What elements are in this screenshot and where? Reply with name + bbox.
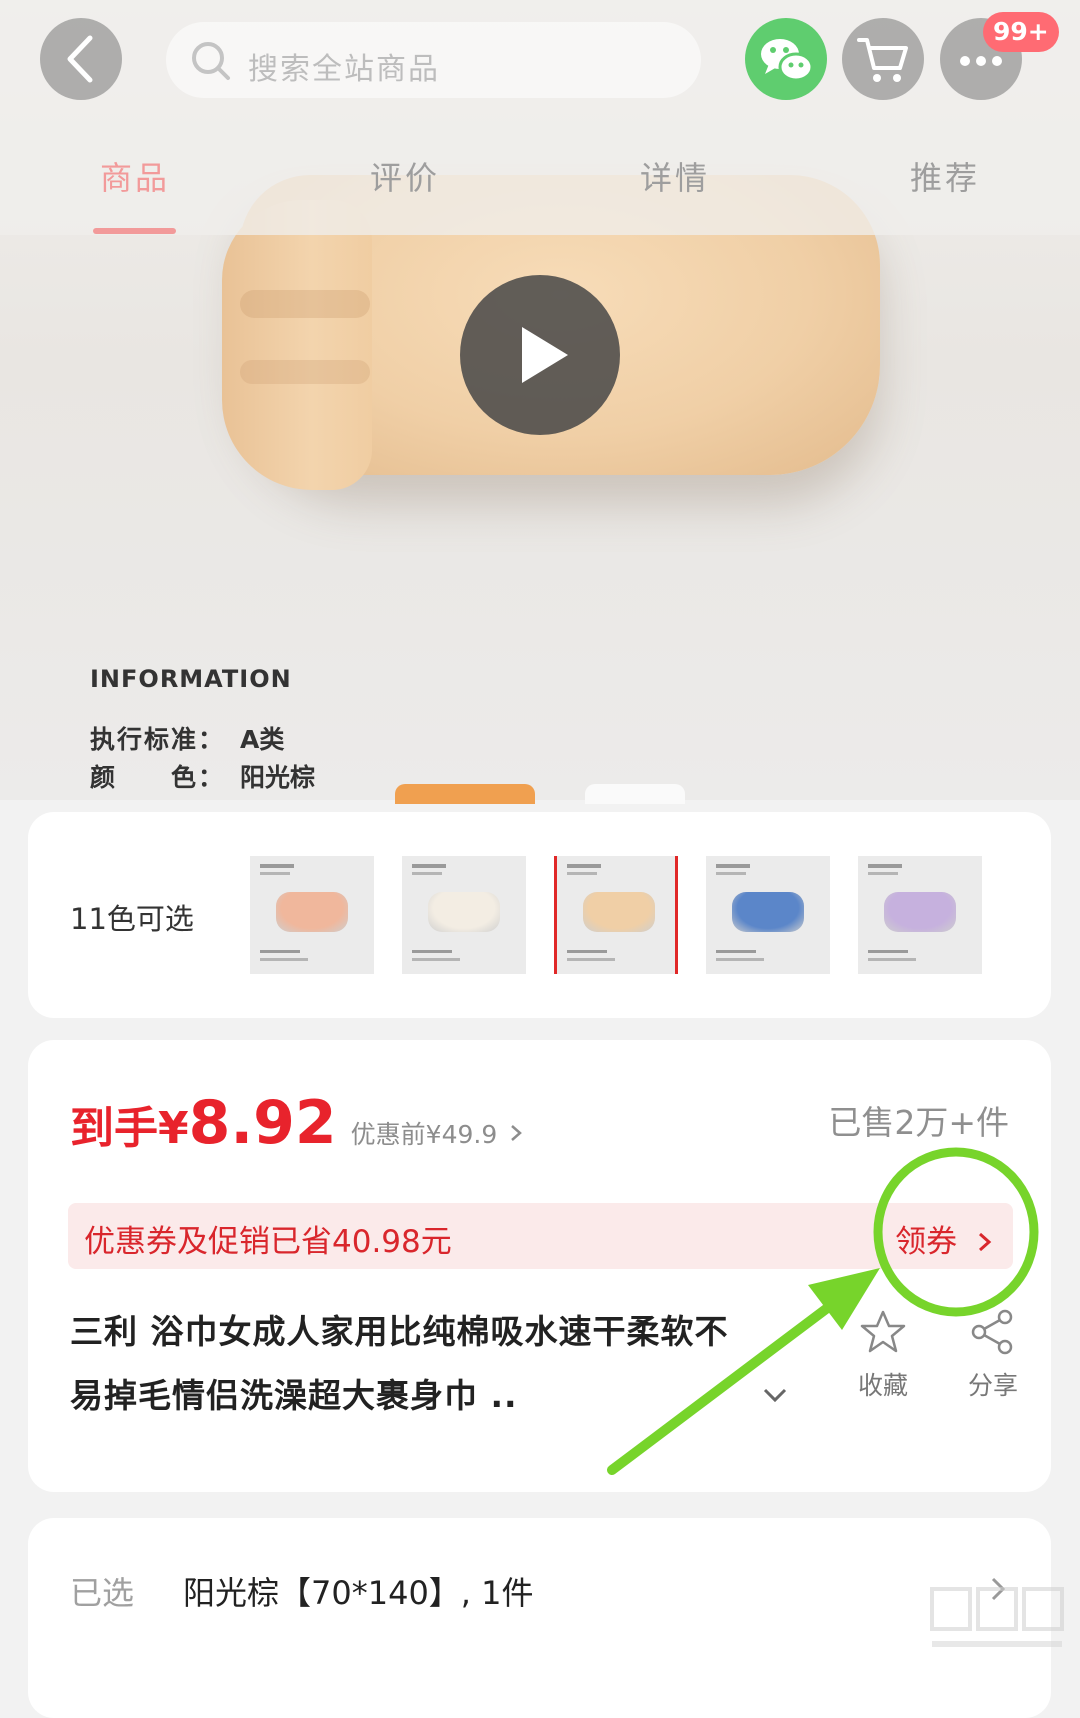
original-price-link[interactable]: 优惠前¥49.9 [351,1120,498,1149]
video-play-button[interactable] [460,275,620,435]
chevron-left-icon [67,35,93,83]
notification-badge: 99+ [983,12,1059,52]
cart-icon [857,38,908,82]
info-line: 执行标准： A类 [90,720,284,756]
promo-bar[interactable]: 优惠券及促销已省40.98元 领券 [68,1203,1013,1269]
search-icon [192,42,230,80]
tab-indicator [93,228,176,234]
watermark-logo [930,1587,1064,1647]
tab-recommend[interactable]: 推荐 [855,153,1035,199]
product-media[interactable]: INFORMATION 执行标准： A类 颜 色： 阳光棕 搜索全站商品 99+… [0,0,1080,800]
product-title: 三利 浴巾女成人家用比纯棉吸水速干柔软不易掉毛情侣洗澡超大裹身巾 .. [70,1312,729,1415]
towel-fold-line [240,360,370,384]
info-value: A类 [240,725,285,754]
selection-label: 已选 [70,1574,135,1612]
color-swatch[interactable] [402,856,526,974]
wechat-icon [761,39,814,82]
chevron-down-icon[interactable] [760,1380,790,1410]
media-switch-video[interactable] [395,784,535,804]
swatch-towel [732,892,804,932]
color-swatch-selected[interactable] [554,856,678,974]
selection-card[interactable]: 已选 阳光棕【70*140】, 1件 [28,1518,1051,1718]
coupon-label: 领券 [895,1224,958,1260]
get-coupon-button[interactable]: 领券 [895,1216,997,1261]
share-button[interactable]: 分享 [948,1308,1038,1402]
media-switch-image[interactable] [585,784,685,804]
wechat-button[interactable] [745,18,827,100]
final-price: 8.92 [188,1088,337,1158]
tab-product[interactable]: 商品 [45,153,225,199]
back-button[interactable] [40,18,122,100]
swatch-towel [583,892,655,932]
info-key: 颜 色： [90,763,226,792]
color-swatch[interactable] [250,856,374,974]
favorite-button[interactable]: 收藏 [838,1308,928,1402]
play-icon [522,327,568,383]
share-icon [971,1309,1013,1355]
price-line: 到手¥8.92 优惠前¥49.9 [70,1088,526,1158]
color-swatch[interactable] [858,856,982,974]
price-prefix: 到手¥ [70,1103,189,1154]
info-key: 执行标准： [90,725,226,754]
info-heading: INFORMATION [90,665,292,693]
search-placeholder: 搜索全站商品 [248,52,440,87]
sold-count: 已售2万+件 [828,1103,1009,1142]
towel-fold [222,200,372,490]
favorite-label: 收藏 [857,1371,908,1400]
chevron-right-icon [979,1232,992,1252]
swatch-towel [428,892,500,932]
cart-button[interactable] [842,18,924,100]
promo-text: 优惠券及促销已省40.98元 [84,1224,452,1260]
towel-fold-line [240,290,370,318]
tab-details[interactable]: 详情 [585,153,765,199]
info-line: 颜 色： 阳光棕 [90,758,315,794]
swatch-towel [884,892,956,932]
search-input[interactable]: 搜索全站商品 [166,22,701,98]
color-count-label: 11色可选 [70,902,194,936]
price-card: 到手¥8.92 优惠前¥49.9 已售2万+件 优惠券及促销已省40.98元 领券… [28,1040,1051,1492]
tab-bar: 商品 评价 详情 推荐 [0,145,1080,235]
info-value: 阳光棕 [240,763,316,792]
star-icon [860,1310,906,1353]
color-selector-card: 11色可选 [28,812,1051,1018]
chevron-right-icon [511,1125,523,1141]
color-swatch[interactable] [706,856,830,974]
share-label: 分享 [967,1371,1018,1400]
selection-value: 阳光棕【70*140】, 1件 [183,1574,534,1612]
swatch-towel [276,892,348,932]
tab-reviews[interactable]: 评价 [315,153,495,199]
